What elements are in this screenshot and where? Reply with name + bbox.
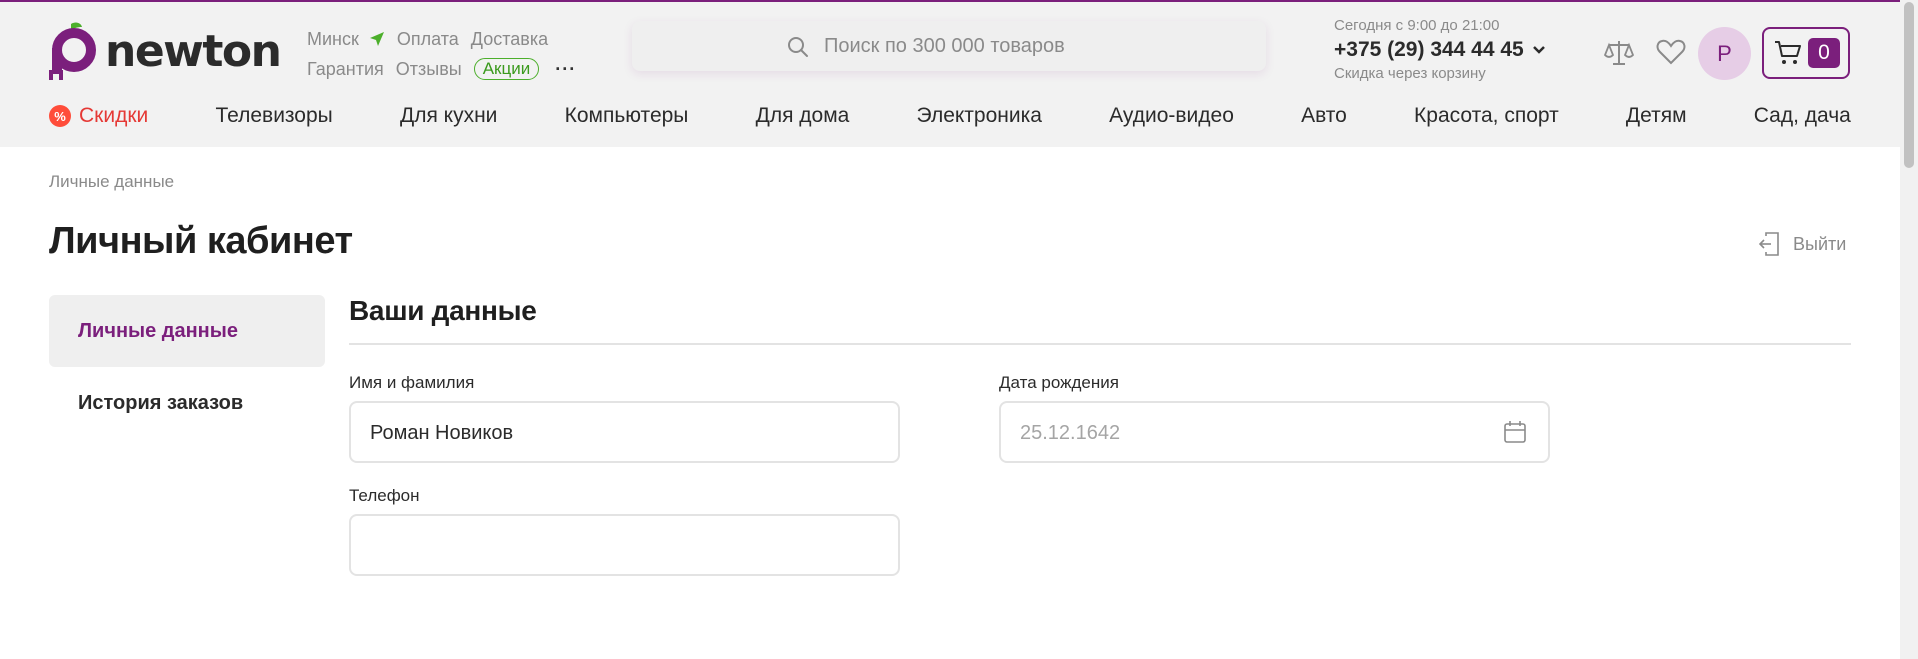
sale-percent-icon: %: [49, 105, 71, 127]
calendar-icon[interactable]: [1503, 420, 1527, 444]
logout-icon: [1759, 232, 1779, 256]
page-title: Личный кабинет: [49, 220, 353, 262]
scrollbar-thumb[interactable]: [1904, 2, 1914, 168]
phone-dropdown[interactable]: +375 (29) 344 44 45: [1334, 36, 1546, 64]
phone-number[interactable]: +375 (29) 344 44 45: [1334, 36, 1524, 64]
search-icon: [788, 37, 808, 57]
nav-item-computers[interactable]: Компьютеры: [565, 104, 689, 128]
working-hours: Сегодня с 9:00 до 21:00: [1334, 17, 1500, 34]
reviews-link[interactable]: Отзывы: [396, 54, 462, 84]
payment-link[interactable]: Оплата: [397, 24, 459, 54]
logout-label: Выйти: [1793, 233, 1847, 254]
nav-item-audio-video[interactable]: Аудио-видео: [1109, 104, 1234, 128]
chevron-down-icon: [1532, 46, 1545, 54]
top-links: Минск Оплата Доставка Гарантия Отзывы Ак…: [307, 24, 576, 84]
logo-wordmark: newton: [105, 25, 282, 77]
sidebar-item-personal-data[interactable]: Личные данные: [49, 295, 325, 367]
nav-item-kitchen[interactable]: Для кухни: [400, 104, 497, 128]
avatar[interactable]: Р: [1698, 27, 1751, 80]
logo[interactable]: newton: [49, 20, 282, 86]
phone-field-label: Телефон: [349, 486, 420, 505]
cart-button[interactable]: 0: [1762, 27, 1850, 79]
search-bar[interactable]: [632, 21, 1266, 71]
dob-input[interactable]: [1020, 419, 1500, 447]
nav-item-label: Скидки: [79, 104, 149, 127]
nav-item-beauty-sport[interactable]: Красота, спорт: [1414, 104, 1559, 128]
more-links-button[interactable]: ···: [555, 54, 576, 84]
nav-item-kids[interactable]: Детям: [1626, 104, 1687, 128]
warranty-link[interactable]: Гарантия: [307, 54, 384, 84]
phone-input[interactable]: [370, 532, 850, 560]
delivery-link[interactable]: Доставка: [471, 24, 548, 54]
account-sidebar: Личные данные История заказов: [49, 295, 325, 439]
logo-mark-icon: [49, 22, 96, 80]
category-nav: % Скидки Телевизоры Для кухни Компьютеры…: [49, 98, 1851, 134]
nav-item-tv[interactable]: Телевизоры: [215, 104, 332, 128]
dob-field-label: Дата рождения: [999, 373, 1119, 392]
logout-button[interactable]: Выйти: [1759, 232, 1846, 256]
name-input[interactable]: [370, 419, 850, 447]
section-title: Ваши данные: [349, 295, 537, 326]
phone-field[interactable]: [349, 514, 900, 576]
heart-icon[interactable]: [1656, 38, 1686, 66]
nav-item-home[interactable]: Для дома: [756, 104, 850, 128]
discount-note: Скидка через корзину: [1334, 65, 1486, 82]
cart-icon: [1775, 41, 1801, 64]
compare-scales-icon[interactable]: [1604, 38, 1634, 68]
name-field[interactable]: [349, 401, 900, 463]
nav-item-auto[interactable]: Авто: [1301, 104, 1347, 128]
contact-block: Сегодня с 9:00 до 21:00 +375 (29) 344 44…: [1334, 16, 1546, 84]
search-input[interactable]: [824, 31, 1224, 61]
avatar-letter: Р: [1717, 40, 1732, 66]
section-divider: [349, 343, 1851, 345]
nav-item-sale[interactable]: % Скидки: [49, 104, 148, 128]
sidebar-item-order-history[interactable]: История заказов: [49, 367, 325, 439]
promo-link[interactable]: Акции: [473, 58, 540, 80]
location-arrow-icon: [369, 32, 384, 46]
nav-item-garden[interactable]: Сад, дача: [1754, 104, 1851, 128]
breadcrumb[interactable]: Личные данные: [49, 172, 174, 192]
cart-count-badge: 0: [1808, 38, 1840, 68]
nav-item-electronics[interactable]: Электроника: [917, 104, 1042, 128]
city-link[interactable]: Минск: [307, 24, 359, 54]
dob-field[interactable]: [999, 401, 1550, 463]
site-header: newton Минск Оплата Доставка Гарантия От…: [0, 2, 1900, 147]
name-field-label: Имя и фамилия: [349, 373, 475, 392]
